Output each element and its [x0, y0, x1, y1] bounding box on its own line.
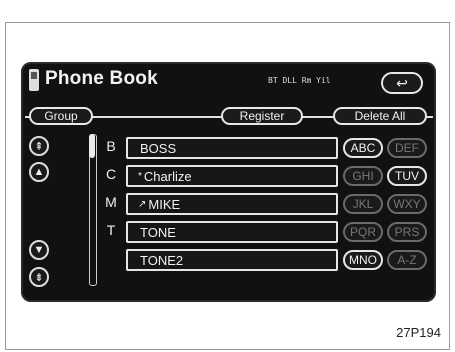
- key-wxy[interactable]: WXY: [387, 194, 427, 214]
- back-button[interactable]: ↩: [381, 72, 423, 94]
- key-def[interactable]: DEF: [387, 138, 427, 158]
- entry-name: MIKE: [148, 196, 181, 212]
- key-pqr[interactable]: PQR: [343, 222, 383, 242]
- list-item[interactable]: ↗ MIKE: [126, 193, 338, 215]
- entry-mark: *: [138, 170, 142, 182]
- index-letter: T: [106, 222, 116, 238]
- key-a-z[interactable]: A-Z: [387, 250, 427, 270]
- scroll-up-button[interactable]: ▲: [29, 162, 49, 182]
- return-icon: ↩: [396, 75, 408, 91]
- phone-icon: [29, 69, 39, 91]
- entry-mark: ↗: [138, 198, 147, 210]
- register-button[interactable]: Register: [221, 107, 303, 125]
- list-item[interactable]: TONE2: [126, 249, 338, 271]
- figure-code: 27P194: [396, 325, 441, 340]
- page-title: Phone Book: [45, 68, 158, 89]
- key-jkl[interactable]: JKL: [343, 194, 383, 214]
- key-ghi[interactable]: GHI: [343, 166, 383, 186]
- phone-book-screen: Phone Book BT DLL Rm Yil ↩ Group Registe…: [21, 62, 436, 302]
- list-item[interactable]: TONE: [126, 221, 338, 243]
- page-down-icon: ⇟: [34, 271, 44, 284]
- signal-status: BT DLL Rm Yil: [268, 76, 331, 85]
- entry-name: TONE2: [140, 252, 184, 268]
- index-letter: B: [106, 138, 116, 154]
- title-bar: Phone Book BT DLL Rm Yil ↩: [21, 62, 436, 100]
- up-arrow-icon: ▲: [33, 166, 45, 178]
- key-prs[interactable]: PRS: [387, 222, 427, 242]
- scroll-down-button[interactable]: ▼: [29, 240, 49, 260]
- group-button[interactable]: Group: [29, 107, 93, 125]
- list-item[interactable]: BOSS: [126, 137, 338, 159]
- page-down-button[interactable]: ⇟: [29, 267, 49, 287]
- page-up-icon: ⇞: [34, 140, 44, 153]
- entry-name: Charlize: [143, 168, 192, 184]
- delete-all-button[interactable]: Delete All: [333, 107, 427, 125]
- down-arrow-icon: ▼: [33, 244, 45, 256]
- index-letter: C: [105, 166, 117, 182]
- entry-name: TONE: [140, 224, 176, 240]
- entry-name: BOSS: [140, 140, 177, 156]
- key-abc[interactable]: ABC: [343, 138, 383, 158]
- key-mno[interactable]: MNO: [343, 250, 383, 270]
- list-item[interactable]: * Charlize: [126, 165, 338, 187]
- page-up-button[interactable]: ⇞: [29, 136, 49, 156]
- key-tuv[interactable]: TUV: [387, 166, 427, 186]
- index-letter: M: [105, 194, 117, 210]
- scrollbar-thumb[interactable]: [89, 134, 95, 158]
